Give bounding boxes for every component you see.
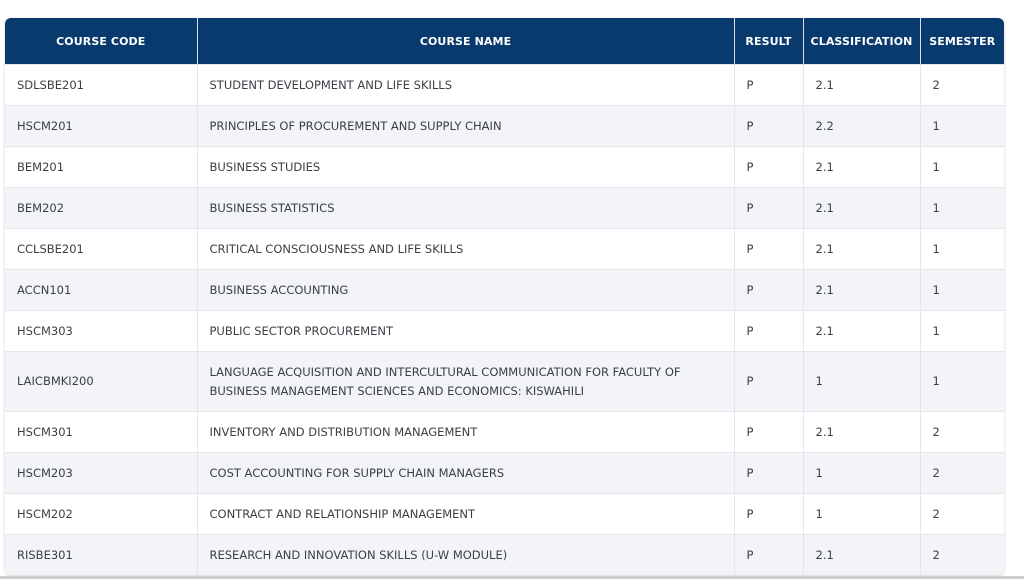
cell-classification: 2.1	[803, 411, 921, 453]
cell-result: P	[734, 64, 804, 106]
cell-classification: 2.1	[803, 269, 921, 311]
cell-result: P	[734, 493, 804, 535]
cell-classification: 2.1	[803, 228, 921, 270]
cell-result: P	[734, 228, 804, 270]
cell-result: P	[734, 351, 804, 412]
cell-course-name: BUSINESS STUDIES	[197, 146, 735, 188]
results-table-card: COURSE CODE COURSE NAME RESULT CLASSIFIC…	[5, 18, 1004, 575]
header-classification: CLASSIFICATION	[803, 18, 921, 65]
cell-classification: 2.1	[803, 64, 921, 106]
cell-result: P	[734, 105, 804, 147]
table-row: CCLSBE201 CRITICAL CONSCIOUSNESS AND LIF…	[5, 228, 1004, 270]
header-row: COURSE CODE COURSE NAME RESULT CLASSIFIC…	[5, 18, 1004, 65]
cell-semester: 2	[920, 452, 1004, 494]
table-row: HSCM301 INVENTORY AND DISTRIBUTION MANAG…	[5, 411, 1004, 453]
cell-result: P	[734, 146, 804, 188]
cell-course-code: RISBE301	[5, 534, 198, 575]
cell-classification: 2.1	[803, 310, 921, 352]
header-semester: SEMESTER	[920, 18, 1004, 65]
cell-semester: 2	[920, 493, 1004, 535]
cell-course-code: HSCM201	[5, 105, 198, 147]
cell-classification: 2.1	[803, 534, 921, 575]
cell-course-name: LANGUAGE ACQUISITION AND INTERCULTURAL C…	[197, 351, 735, 412]
table-row: LAICBMKI200 LANGUAGE ACQUISITION AND INT…	[5, 351, 1004, 412]
cell-result: P	[734, 187, 804, 229]
cell-course-code: ACCN101	[5, 269, 198, 311]
table-row: SDLSBE201 STUDENT DEVELOPMENT AND LIFE S…	[5, 64, 1004, 106]
cell-course-code: HSCM303	[5, 310, 198, 352]
cell-course-name: PRINCIPLES OF PROCUREMENT AND SUPPLY CHA…	[197, 105, 735, 147]
cell-semester: 1	[920, 146, 1004, 188]
table-row: HSCM202 CONTRACT AND RELATIONSHIP MANAGE…	[5, 493, 1004, 535]
cell-course-name: CONTRACT AND RELATIONSHIP MANAGEMENT	[197, 493, 735, 535]
cell-course-name: COST ACCOUNTING FOR SUPPLY CHAIN MANAGER…	[197, 452, 735, 494]
header-course-name: COURSE NAME	[197, 18, 735, 65]
header-result: RESULT	[734, 18, 804, 65]
cell-result: P	[734, 411, 804, 453]
results-page: COURSE CODE COURSE NAME RESULT CLASSIFIC…	[0, 0, 1024, 579]
cell-semester: 1	[920, 105, 1004, 147]
cell-classification: 1	[803, 452, 921, 494]
table-row: BEM201 BUSINESS STUDIES P 2.1 1	[5, 146, 1004, 188]
cell-semester: 1	[920, 351, 1004, 412]
cell-semester: 1	[920, 228, 1004, 270]
cell-course-code: HSCM301	[5, 411, 198, 453]
cell-classification: 1	[803, 493, 921, 535]
cell-course-name: BUSINESS ACCOUNTING	[197, 269, 735, 311]
cell-course-name: INVENTORY AND DISTRIBUTION MANAGEMENT	[197, 411, 735, 453]
cell-classification: 2.2	[803, 105, 921, 147]
cell-semester: 2	[920, 64, 1004, 106]
table-row: ACCN101 BUSINESS ACCOUNTING P 2.1 1	[5, 269, 1004, 311]
cell-semester: 1	[920, 187, 1004, 229]
cell-course-name: STUDENT DEVELOPMENT AND LIFE SKILLS	[197, 64, 735, 106]
cell-result: P	[734, 269, 804, 311]
cell-course-name: RESEARCH AND INNOVATION SKILLS (U-W MODU…	[197, 534, 735, 575]
cell-course-code: SDLSBE201	[5, 64, 198, 106]
cell-semester: 2	[920, 411, 1004, 453]
cell-result: P	[734, 534, 804, 575]
cell-course-code: HSCM203	[5, 452, 198, 494]
table-header: COURSE CODE COURSE NAME RESULT CLASSIFIC…	[5, 18, 1004, 65]
table-row: HSCM303 PUBLIC SECTOR PROCUREMENT P 2.1 …	[5, 310, 1004, 352]
cell-semester: 1	[920, 310, 1004, 352]
cell-course-code: CCLSBE201	[5, 228, 198, 270]
cell-semester: 2	[920, 534, 1004, 575]
cell-classification: 2.1	[803, 146, 921, 188]
cell-course-code: LAICBMKI200	[5, 351, 198, 412]
cell-course-code: BEM201	[5, 146, 198, 188]
cell-course-name: CRITICAL CONSCIOUSNESS AND LIFE SKILLS	[197, 228, 735, 270]
table-row: BEM202 BUSINESS STATISTICS P 2.1 1	[5, 187, 1004, 229]
results-table: COURSE CODE COURSE NAME RESULT CLASSIFIC…	[5, 18, 1004, 575]
cell-classification: 1	[803, 351, 921, 412]
cell-course-name: PUBLIC SECTOR PROCUREMENT	[197, 310, 735, 352]
table-row: HSCM203 COST ACCOUNTING FOR SUPPLY CHAIN…	[5, 452, 1004, 494]
table-row: RISBE301 RESEARCH AND INNOVATION SKILLS …	[5, 534, 1004, 575]
cell-course-code: HSCM202	[5, 493, 198, 535]
table-row: HSCM201 PRINCIPLES OF PROCUREMENT AND SU…	[5, 105, 1004, 147]
cell-classification: 2.1	[803, 187, 921, 229]
cell-semester: 1	[920, 269, 1004, 311]
cell-course-code: BEM202	[5, 187, 198, 229]
header-course-code: COURSE CODE	[5, 18, 198, 65]
cell-result: P	[734, 452, 804, 494]
cell-result: P	[734, 310, 804, 352]
cell-course-name: BUSINESS STATISTICS	[197, 187, 735, 229]
table-body: SDLSBE201 STUDENT DEVELOPMENT AND LIFE S…	[5, 64, 1004, 575]
